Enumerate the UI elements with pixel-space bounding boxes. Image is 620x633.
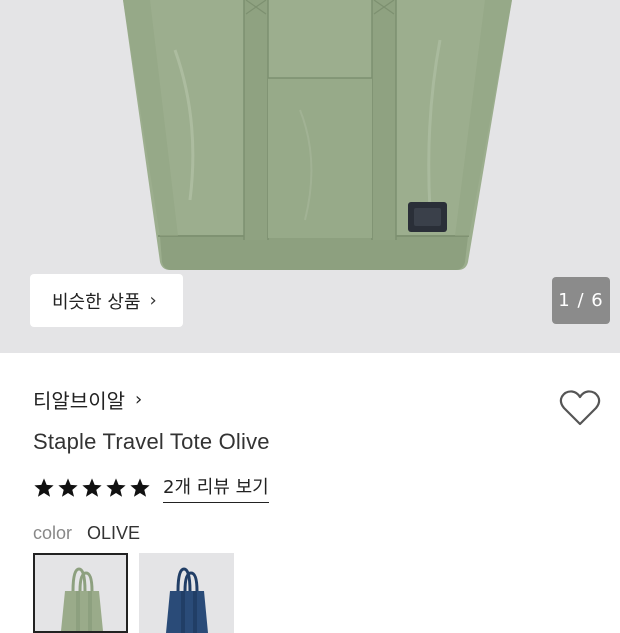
navy-bag-thumbnail [166, 567, 208, 633]
chevron-right-icon: › [135, 389, 143, 410]
star-icon [58, 478, 78, 497]
image-counter: 1 / 6 [552, 277, 610, 324]
rating-stars [33, 477, 151, 499]
star-icon [82, 478, 102, 497]
heart-icon[interactable] [559, 389, 601, 427]
product-image-gallery[interactable]: 비슷한 상품 › 1 / 6 [0, 0, 620, 353]
view-reviews-link[interactable]: 2개 리뷰 보기 [163, 473, 269, 503]
brand-link[interactable]: 티알브이알 › [33, 385, 142, 414]
color-label: color [33, 523, 73, 543]
star-icon [130, 478, 150, 497]
color-option: color OLIVE [33, 523, 140, 544]
chevron-right-icon: › [149, 290, 157, 311]
similar-products-button[interactable]: 비슷한 상품 › [30, 274, 183, 327]
rating: 2개 리뷰 보기 [33, 473, 269, 503]
star-icon [34, 478, 54, 497]
color-swatch-navy[interactable] [139, 553, 234, 633]
brand-name: 티알브이알 [33, 389, 125, 413]
color-swatch-olive[interactable] [33, 553, 128, 633]
selected-color: OLIVE [87, 523, 141, 543]
product-info: 티알브이알 › Staple Travel Tote Olive 2개 리뷰 보… [0, 353, 620, 633]
star-icon [106, 478, 126, 497]
product-title: Staple Travel Tote Olive [33, 429, 270, 454]
similar-products-label: 비슷한 상품 [52, 291, 141, 313]
